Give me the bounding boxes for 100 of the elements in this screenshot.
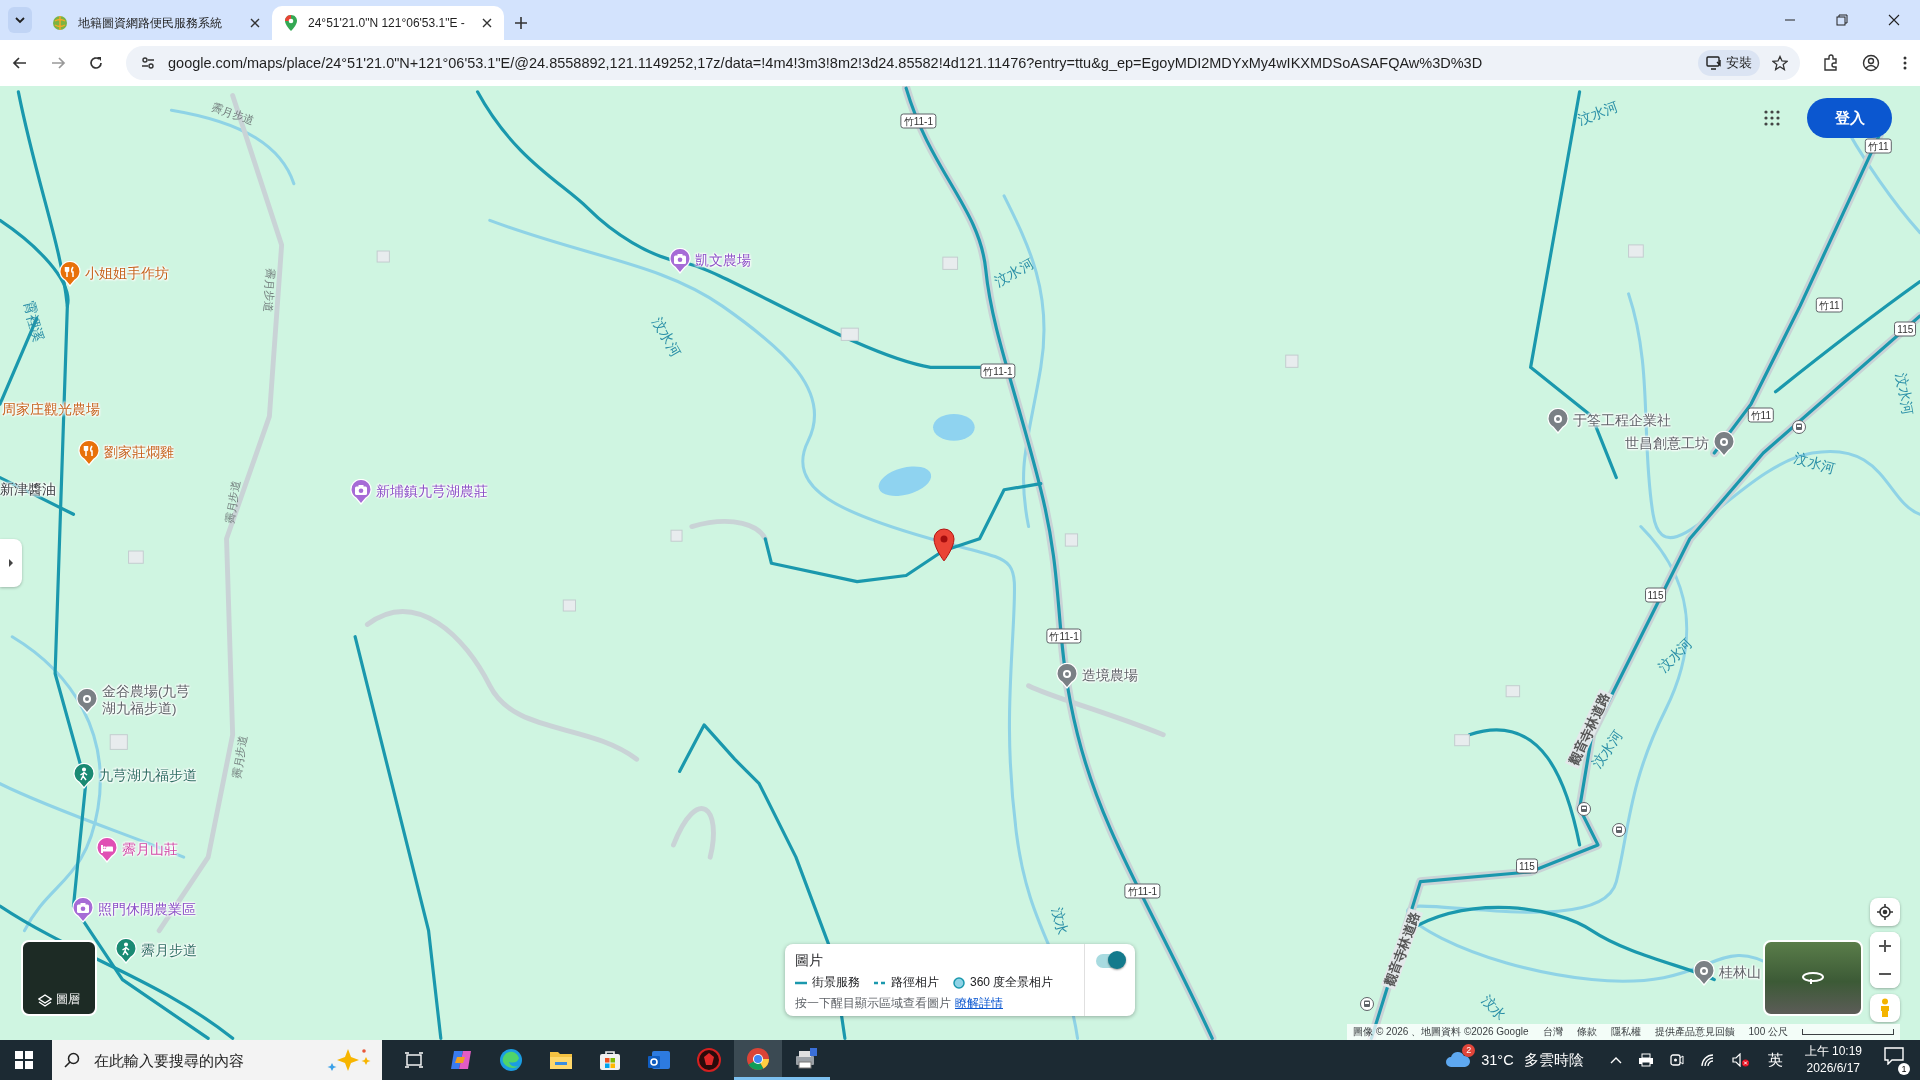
install-button[interactable]: 安裝 (1698, 50, 1760, 76)
taskbar-search-box[interactable]: 在此輸入要搜尋的內容 (52, 1040, 382, 1080)
scale-label: 100 公尺 (1748, 1025, 1788, 1039)
location-marker-icon[interactable] (932, 527, 957, 562)
place-label[interactable]: 霽月步道 (141, 942, 198, 961)
map-label: 汶水 (1479, 991, 1509, 1022)
place-pin-icon[interactable] (1055, 662, 1078, 689)
tab-list-button[interactable] (8, 7, 32, 33)
camera-icon[interactable] (350, 479, 373, 506)
close-icon[interactable] (250, 18, 260, 28)
close-icon[interactable] (1888, 14, 1900, 26)
camera-icon[interactable] (668, 247, 691, 274)
close-icon[interactable] (482, 18, 492, 28)
street-view-thumbnail[interactable] (1763, 940, 1863, 1016)
line-swatch-icon (795, 980, 807, 985)
edge-icon[interactable] (499, 1048, 523, 1072)
road-shield: 竹11-1 (1124, 883, 1161, 899)
learn-more-link[interactable]: 瞭解詳情 (955, 995, 1003, 1012)
my-location-button[interactable] (1870, 898, 1900, 926)
wifi-icon[interactable] (1699, 1053, 1716, 1067)
site-settings-icon[interactable] (140, 55, 156, 71)
temperature-text: 31°C (1481, 1052, 1514, 1068)
back-icon[interactable] (12, 55, 28, 71)
muted-speaker-icon[interactable] (1731, 1053, 1750, 1067)
place-label[interactable]: 凱文農場 (694, 251, 751, 270)
clock-date[interactable]: 2026/6/17 (1806, 1060, 1860, 1077)
place-pin-icon[interactable] (1713, 431, 1736, 458)
attribution-text[interactable]: 圖像 © 2026 、地圖資料 ©2026 Google (1353, 1025, 1529, 1039)
mail-icon[interactable] (647, 1049, 671, 1071)
camera-tray-icon[interactable] (1669, 1053, 1684, 1067)
chrome-icon (746, 1046, 770, 1071)
legend-label: 路徑相片 (891, 974, 939, 991)
profile-icon[interactable] (1862, 54, 1880, 72)
shield-app-icon[interactable] (697, 1048, 721, 1072)
place-label[interactable]: 桂林山 (1719, 964, 1762, 983)
folder-icon[interactable] (549, 1050, 573, 1070)
layers-button[interactable]: 圖層 (21, 940, 97, 1016)
browser-tab[interactable]: 24°51'21.0"N 121°06'53.1"E - (272, 6, 504, 40)
place-label[interactable]: 照門休閒農業區 (98, 900, 197, 919)
browser-tab[interactable]: 地籍圖資網路便民服務系統 (40, 6, 272, 40)
task-view-icon[interactable] (405, 1052, 423, 1068)
road-shield: 竹11 (1865, 138, 1892, 154)
panel-title: 圖片 (795, 952, 824, 970)
building (1454, 734, 1470, 747)
camera-icon[interactable] (72, 896, 95, 923)
building (1285, 354, 1299, 368)
store-icon[interactable] (599, 1049, 621, 1071)
attribution-text[interactable]: 台灣 (1542, 1025, 1563, 1039)
windows-start-icon[interactable] (15, 1051, 33, 1069)
input-method-indicator[interactable]: 英 (1767, 1050, 1783, 1070)
hiker-icon[interactable] (73, 763, 96, 790)
forward-icon[interactable] (50, 55, 66, 71)
extensions-icon[interactable] (1822, 54, 1840, 72)
map-label: 汶水河 (650, 315, 684, 359)
photos-toggle[interactable] (1096, 954, 1124, 968)
sign-in-button[interactable]: 登入 (1807, 98, 1892, 138)
place-pin-icon[interactable] (1693, 960, 1716, 987)
road-shield: 115 (1515, 858, 1538, 874)
attribution-text[interactable]: 條款 (1576, 1025, 1597, 1039)
chrome-taskbar-button[interactable] (734, 1040, 782, 1080)
star-icon[interactable] (1772, 55, 1788, 71)
copilot-icon[interactable] (449, 1048, 473, 1072)
speech-bubble-icon (1884, 1047, 1904, 1065)
building (109, 734, 128, 750)
place-label[interactable]: 小姐姐手作坊 (84, 265, 169, 284)
monitor-icon (1706, 56, 1722, 70)
place-label[interactable]: 造境農場 (1081, 666, 1138, 685)
place-pin-icon[interactable] (1546, 408, 1569, 435)
reload-icon[interactable] (88, 55, 104, 71)
search-field[interactable]: 在此輸入要搜尋的內容 (92, 1050, 314, 1070)
restore-icon[interactable] (1836, 14, 1848, 26)
place-label[interactable]: 九芎湖九福步道 (99, 767, 198, 786)
attribution-text[interactable]: 提供產品意見回饋 (1654, 1025, 1735, 1039)
bed-icon[interactable] (95, 836, 118, 863)
globe-icon (52, 15, 68, 31)
weather-badge: 2 (1462, 1043, 1476, 1057)
url-text: google.com/maps/place/24°51'21.0"N+121°06'53.1"E/@24.8558892,121.1149252,17z/data=!4m4!3m3!8m2!3d24.85582!4d121.11476?entry=ttu&g_ep=EgoyMDI2MDYxMy4wIKXMDSoASAFQAw%3D%3D (168, 55, 1484, 71)
pegman-icon (1879, 998, 1891, 1018)
attribution-text[interactable]: 隱私權 (1610, 1025, 1641, 1039)
apps-grid-icon[interactable] (1764, 110, 1780, 126)
menu-icon[interactable] (1902, 55, 1908, 71)
address-bar[interactable]: google.com/maps/place/24°51'21.0"N+121°06'53.1"E/@24.8558892,121.1149252,17z/data=!4m4!3m3!8m2!3d24.85582!4d121.11476?entry=ttu&g_ep=EgoyMDI2MDYxMy4wIKXMDSoASAFQAw%3D%3D 安裝 (126, 46, 1800, 80)
fork-knife-icon[interactable] (78, 440, 101, 467)
hiker-icon[interactable] (115, 938, 138, 965)
chevron-up-icon[interactable] (1609, 1056, 1622, 1064)
printer-icon[interactable] (1637, 1053, 1654, 1067)
search-icon (64, 1052, 80, 1068)
clock-time[interactable]: 上午 10:19 (1804, 1043, 1862, 1060)
place-label[interactable]: 劉家莊燜雞 (104, 444, 175, 463)
place-label[interactable]: 新埔鎮九芎湖農莊 (376, 483, 489, 502)
fork-knife-icon[interactable] (58, 261, 81, 288)
place-pin-icon[interactable] (75, 687, 98, 714)
place-label[interactable]: 世昌創意工坊 (1625, 435, 1710, 454)
map-label: 汶水河 (992, 255, 1036, 289)
place-label[interactable]: 金谷農場(九芎湖九福步道) (101, 683, 198, 718)
building (562, 599, 576, 612)
new-tab-icon[interactable] (514, 16, 528, 30)
notification-icon[interactable]: 1 (1884, 1045, 1910, 1075)
map-label: 汶水河 (1894, 372, 1916, 417)
plus-icon (1879, 940, 1891, 952)
